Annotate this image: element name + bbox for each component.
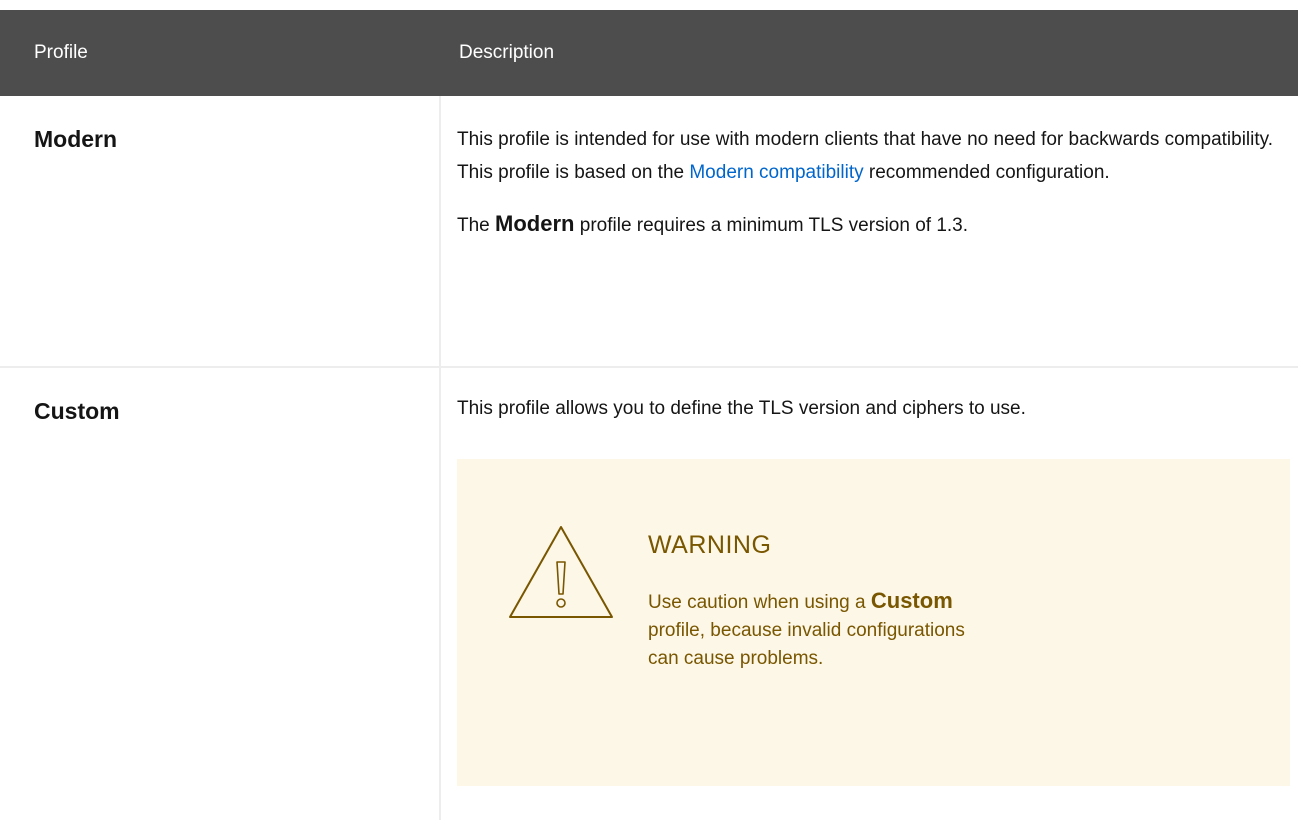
header-profile: Profile — [34, 42, 88, 63]
warning-icon — [509, 526, 613, 618]
profile-name-modern: Modern — [0, 96, 441, 366]
note-keyword: Modern — [495, 211, 575, 236]
profile-name-custom: Custom — [0, 368, 441, 820]
table-header: Profile Description — [0, 10, 1298, 96]
warning-admonition: WARNING Use caution when using a Custom … — [457, 459, 1290, 786]
warning-text-part: profile, because invalid configurations … — [648, 620, 965, 669]
note-text: profile requires a minimum TLS version o… — [574, 215, 969, 236]
description-paragraph: This profile allows you to define the TL… — [457, 398, 1026, 419]
modern-compatibility-link[interactable]: Modern compatibility — [689, 162, 863, 183]
tls-profiles-table: Profile Description Modern This profile … — [0, 10, 1298, 820]
table-row: Modern This profile is intended for use … — [0, 96, 1298, 368]
description-text: recommended configuration. — [863, 162, 1110, 183]
warning-text: Use caution when using a Custom profile,… — [648, 587, 988, 673]
tls-version-note: The Modern profile requires a minimum TL… — [457, 207, 1288, 242]
table-row: Custom This profile allows you to define… — [0, 368, 1298, 820]
profile-description-modern: This profile is intended for use with mo… — [441, 96, 1298, 366]
warning-title: WARNING — [648, 531, 772, 559]
page: Profile Description Modern This profile … — [0, 0, 1298, 820]
warning-keyword: Custom — [870, 588, 953, 613]
description-paragraph: This profile is intended for use with mo… — [457, 123, 1288, 189]
warning-text-part: Use caution when using a — [648, 592, 871, 613]
profile-description-custom: This profile allows you to define the TL… — [441, 368, 1298, 820]
note-text: The — [457, 215, 496, 236]
header-description: Description — [459, 42, 555, 63]
